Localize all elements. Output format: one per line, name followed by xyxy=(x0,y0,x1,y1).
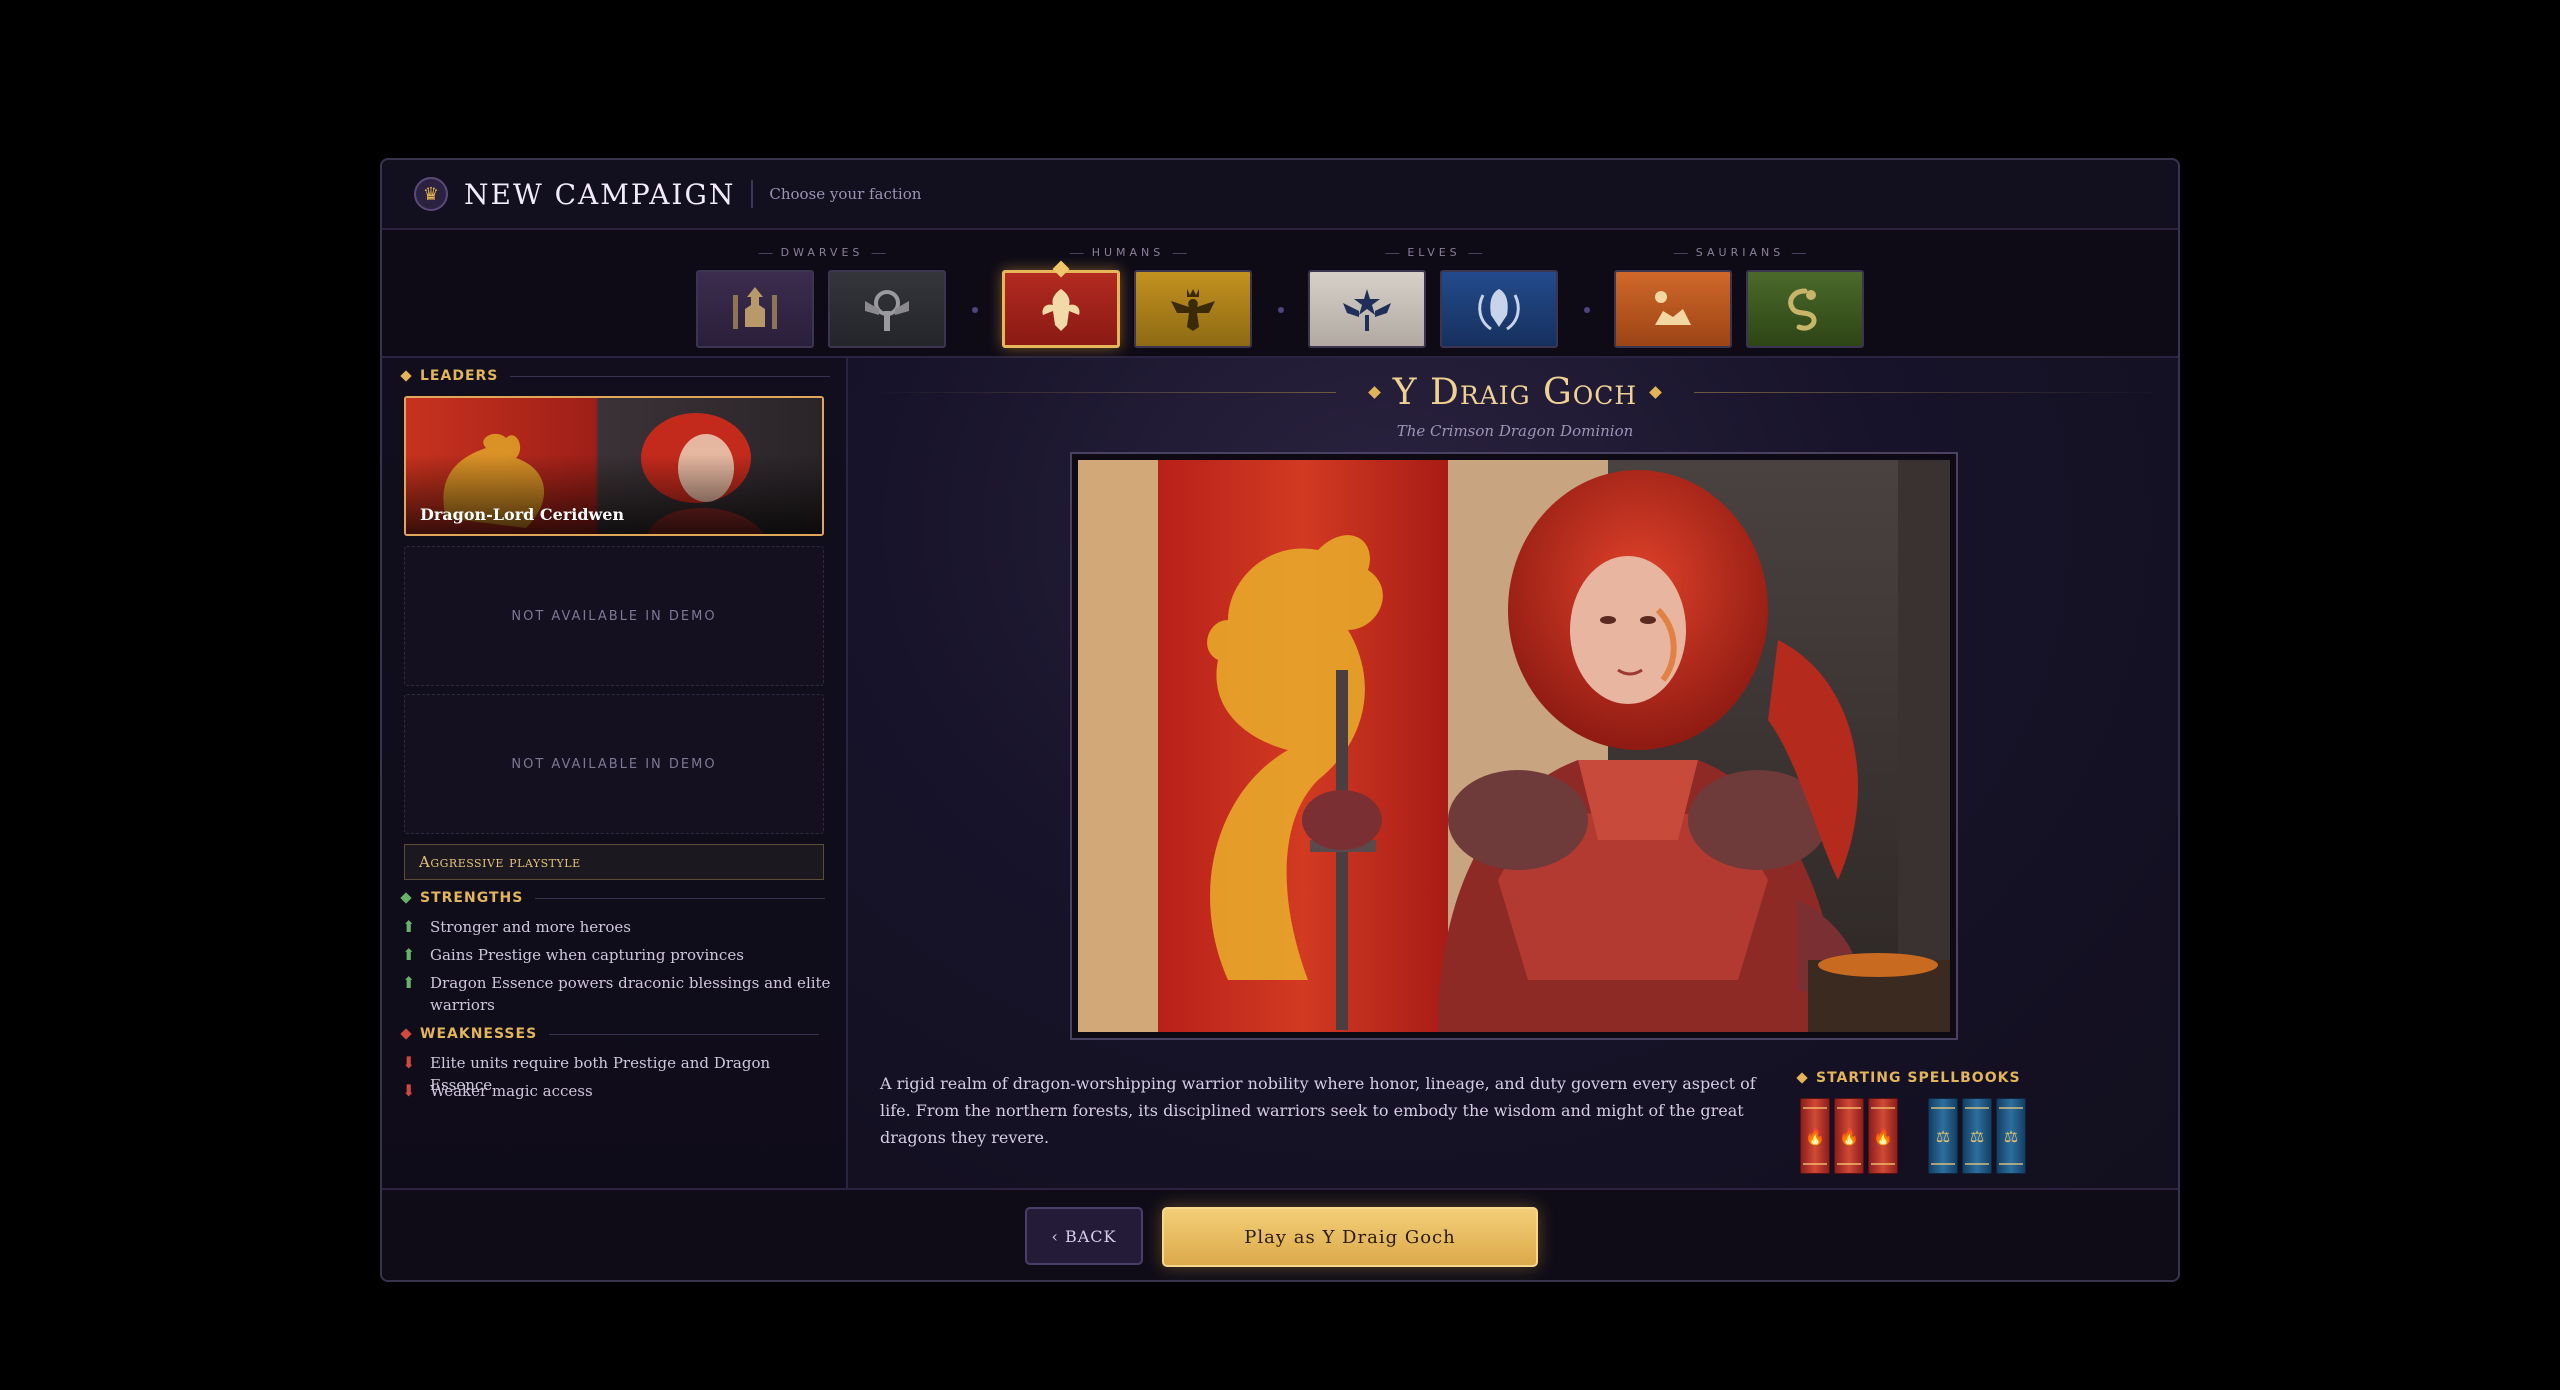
spellbook-order[interactable]: ⚖ xyxy=(1962,1098,1992,1174)
faction-bar: DWARVES HUMANS ELVES SAURIANS xyxy=(382,230,2178,358)
strength-item: ⬆ Gains Prestige when capturing province… xyxy=(402,944,832,966)
diamond-icon xyxy=(400,1028,412,1040)
weaknesses-heading: WEAKNESSES xyxy=(400,1026,820,1042)
faction-card-humans-2[interactable] xyxy=(1134,270,1252,348)
page-title: NEW CAMPAIGN xyxy=(464,177,736,211)
faction-card-saurians-2[interactable] xyxy=(1746,270,1864,348)
crown-icon: ♛ xyxy=(414,177,448,211)
faction-card-saurians-1[interactable] xyxy=(1614,270,1732,348)
title-rule xyxy=(868,392,1336,393)
title-rule xyxy=(1694,392,2162,393)
flame-icon: 🔥 xyxy=(1873,1126,1893,1146)
strength-text: Stronger and more heroes xyxy=(430,918,631,936)
spellbook-order[interactable]: ⚖ xyxy=(1928,1098,1958,1174)
leaders-heading: LEADERS xyxy=(400,368,831,384)
strength-text: Dragon Essence powers draconic blessings… xyxy=(430,974,831,1014)
spellbook-fire[interactable]: 🔥 xyxy=(1800,1098,1830,1174)
sun-moon-emblem-icon xyxy=(1655,291,1691,325)
winged-star-emblem-icon xyxy=(1343,289,1391,331)
arrow-up-icon: ⬆ xyxy=(402,973,416,992)
diamond-icon xyxy=(1796,1072,1808,1084)
weakness-text: Weaker magic access xyxy=(430,1082,593,1100)
strength-item: ⬆ Dragon Essence powers draconic blessin… xyxy=(402,972,832,1016)
faction-card-dwarves-1[interactable] xyxy=(696,270,814,348)
spellbook-list: 🔥 🔥 🔥 ⚖ ⚖ ⚖ xyxy=(1800,1098,2030,1174)
footer: ‹ BACK Play as Y Draig Goch xyxy=(382,1188,2178,1280)
separator-dot xyxy=(1278,307,1284,313)
arrow-down-icon: ⬇ xyxy=(402,1081,416,1100)
diamond-icon xyxy=(1649,386,1663,399)
strength-item: ⬆ Stronger and more heroes xyxy=(402,916,832,938)
spellbooks-heading-label: STARTING SPELLBOOKS xyxy=(1816,1070,2021,1086)
faction-card-elves-2[interactable] xyxy=(1440,270,1558,348)
faction-card-elves-1[interactable] xyxy=(1308,270,1426,348)
page-subtitle: Choose your faction xyxy=(769,185,922,203)
spellbook-fire[interactable]: 🔥 xyxy=(1868,1098,1898,1174)
faction-artwork-frame xyxy=(1070,452,1958,1040)
eagle-crown-emblem-icon xyxy=(1171,289,1215,331)
group-label-elves: ELVES xyxy=(1377,246,1490,259)
group-label-saurians: SAURIANS xyxy=(1666,246,1814,259)
weaknesses-heading-label: WEAKNESSES xyxy=(420,1026,538,1042)
dwarf-gear-emblem-icon xyxy=(865,290,909,331)
play-faction-button[interactable]: Play as Y Draig Goch xyxy=(1162,1207,1538,1267)
flame-icon: 🔥 xyxy=(1805,1126,1825,1146)
arrow-up-icon: ⬆ xyxy=(402,917,416,936)
strengths-heading: STRENGTHS xyxy=(400,890,826,906)
flame-icon: 🔥 xyxy=(1839,1126,1859,1146)
faction-card-y-draig-goch[interactable] xyxy=(1002,260,1120,348)
leader-card-selected[interactable]: Dragon-Lord Ceridwen xyxy=(404,396,824,536)
scales-icon: ⚖ xyxy=(1969,1126,1985,1146)
faction-tagline: The Crimson Dragon Dominion xyxy=(1396,422,1634,440)
laurel-helm-emblem-icon xyxy=(1478,289,1520,331)
strengths-heading-label: STRENGTHS xyxy=(420,890,524,906)
heading-rule xyxy=(535,897,826,899)
serpent-emblem-icon xyxy=(1788,288,1817,331)
group-label-dwarves: DWARVES xyxy=(751,246,894,259)
diamond-icon xyxy=(400,892,412,904)
spellbook-fire[interactable]: 🔥 xyxy=(1834,1098,1864,1174)
faction-artwork xyxy=(1078,460,1950,1032)
faction-name: Y Draig Goch xyxy=(1392,372,1638,413)
dwarf-king-emblem-icon xyxy=(733,287,777,329)
spellbooks-heading: STARTING SPELLBOOKS xyxy=(1796,1070,2021,1086)
separator-dot xyxy=(1584,307,1590,313)
leader-slot-locked: NOT AVAILABLE IN DEMO xyxy=(404,694,824,834)
campaign-panel: ♛ NEW CAMPAIGN Choose your faction DWARV… xyxy=(380,158,2180,1282)
diamond-icon xyxy=(1367,386,1381,399)
playstyle-badge: Aggressive playstyle xyxy=(404,844,824,880)
scales-icon: ⚖ xyxy=(2003,1126,2019,1146)
leader-slot-locked: NOT AVAILABLE IN DEMO xyxy=(404,546,824,686)
separator-dot xyxy=(972,307,978,313)
header: ♛ NEW CAMPAIGN Choose your faction xyxy=(382,160,2178,230)
leaders-heading-label: LEADERS xyxy=(420,368,499,384)
heading-rule xyxy=(510,375,831,377)
spellbook-order[interactable]: ⚖ xyxy=(1996,1098,2026,1174)
selected-marker xyxy=(1052,260,1070,278)
back-button[interactable]: ‹ BACK xyxy=(1025,1207,1143,1265)
scales-icon: ⚖ xyxy=(1935,1126,1951,1146)
arrow-up-icon: ⬆ xyxy=(402,945,416,964)
spellbook-gap xyxy=(1902,1098,1928,1174)
faction-title-row: Y Draig Goch xyxy=(848,372,2178,413)
diamond-icon xyxy=(400,370,412,382)
strength-text: Gains Prestige when capturing provinces xyxy=(430,946,744,964)
heading-rule xyxy=(549,1033,820,1035)
leader-name: Dragon-Lord Ceridwen xyxy=(420,505,625,524)
group-label-humans: HUMANS xyxy=(1062,246,1195,259)
weakness-item: ⬇ Weaker magic access xyxy=(402,1080,832,1102)
header-divider xyxy=(751,180,754,208)
red-dragon-emblem-icon xyxy=(1042,289,1080,331)
faction-description: A rigid realm of dragon-worshipping warr… xyxy=(880,1074,1756,1147)
faction-card-dwarves-2[interactable] xyxy=(828,270,946,348)
leader-sidebar: LEADERS Dragon-Lord Ceridwen NOT AVAILAB… xyxy=(382,358,848,1188)
faction-detail: Y Draig Goch The Crimson Dragon Dominion xyxy=(848,358,2178,1188)
